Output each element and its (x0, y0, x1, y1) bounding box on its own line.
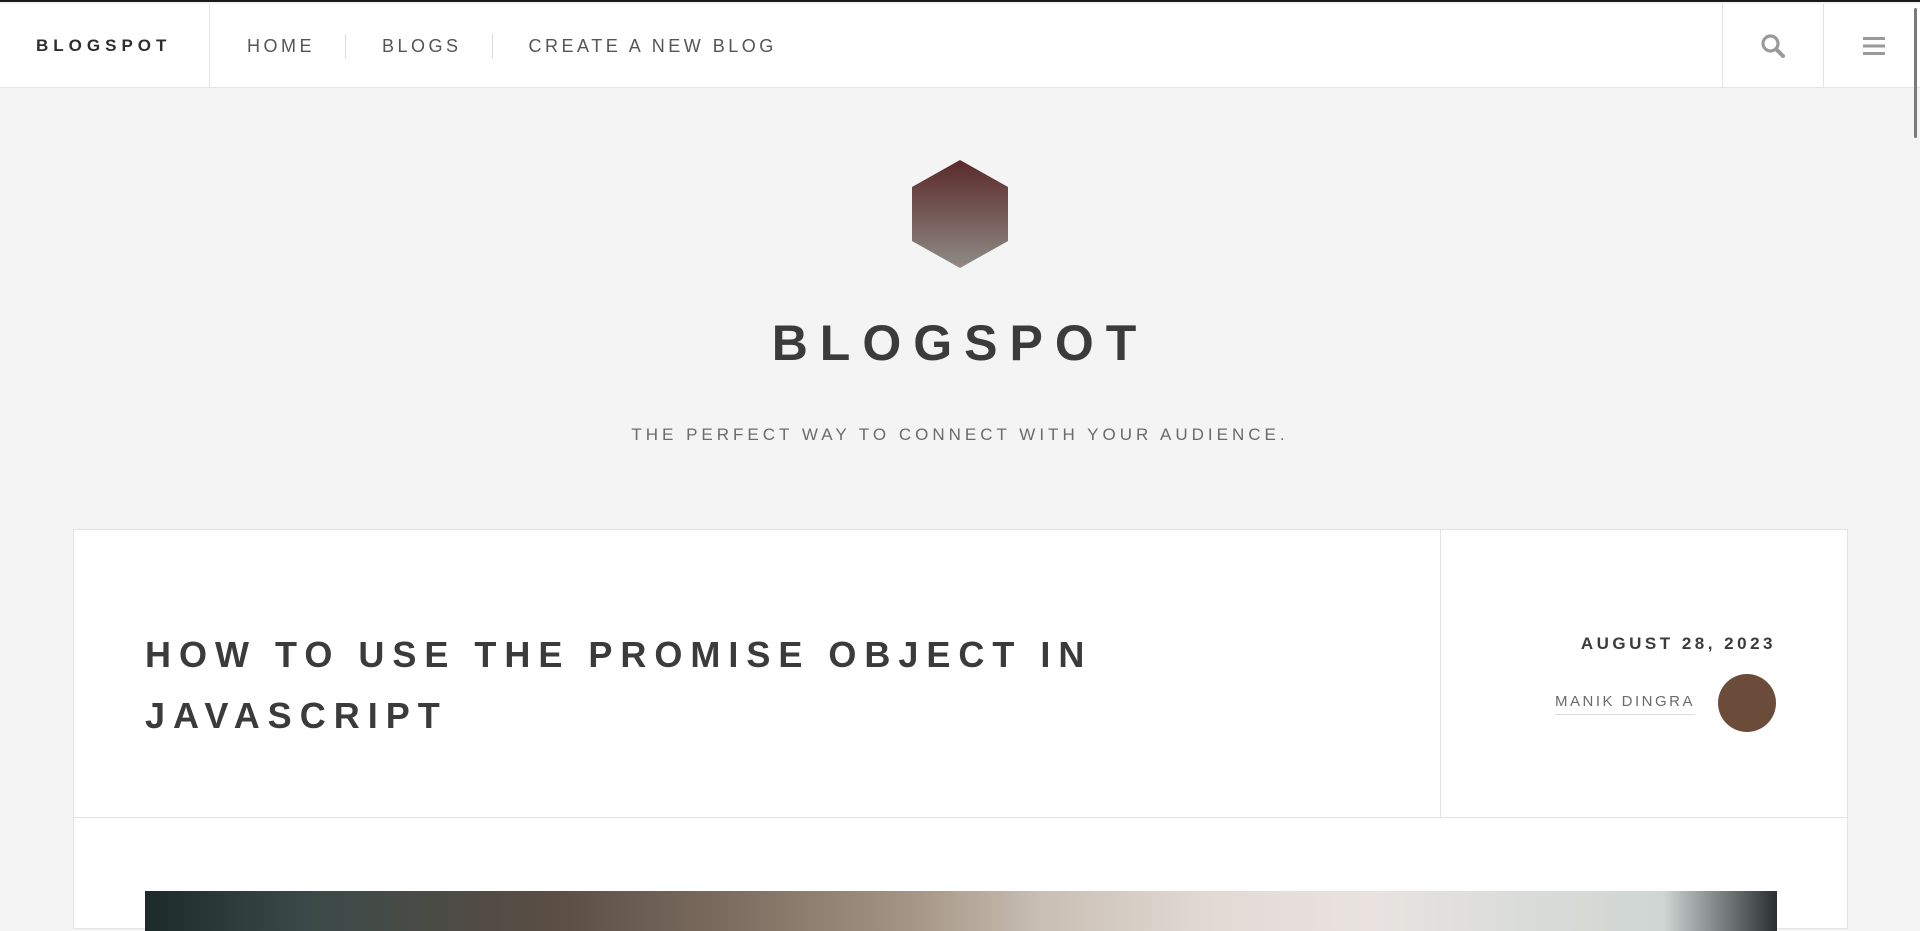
post-header: HOW TO USE THE PROMISE OBJECT IN JAVASCR… (74, 530, 1847, 818)
menu-button[interactable] (1823, 4, 1920, 88)
author-avatar[interactable] (1718, 674, 1776, 732)
search-icon (1761, 34, 1785, 58)
nav-item-create-blog[interactable]: CREATE A NEW BLOG (491, 33, 807, 58)
site-header: BLOGSPOT HOME BLOGS CREATE A NEW BLOG (0, 4, 1920, 88)
site-title: BLOGSPOT (771, 315, 1149, 371)
search-button[interactable] (1722, 4, 1823, 88)
post-card: HOW TO USE THE PROMISE OBJECT IN JAVASCR… (73, 529, 1848, 931)
site-tagline: THE PERFECT WAY TO CONNECT WITH YOUR AUD… (631, 425, 1289, 444)
hexagon-logo-icon (912, 160, 1008, 268)
post-date: AUGUST 28, 2023 (1580, 634, 1776, 653)
nav-item-blogs[interactable]: BLOGS (345, 33, 492, 58)
main-nav: HOME BLOGS CREATE A NEW BLOG (210, 4, 807, 88)
post-title-link[interactable]: HOW TO USE THE PROMISE OBJECT IN JAVASCR… (145, 624, 1145, 746)
brand-logo-link[interactable]: BLOGSPOT (0, 4, 210, 88)
scrollbar[interactable] (1914, 8, 1917, 138)
nav-item-home[interactable]: HOME (210, 36, 345, 57)
page: BLOGSPOT HOME BLOGS CREATE A NEW BLOG BL… (0, 0, 1920, 931)
post-author-link[interactable]: MANIK DINGRA (1554, 693, 1695, 715)
post-featured-image[interactable] (145, 891, 1777, 931)
post-meta: AUGUST 28, 2023 MANIK DINGRA (1440, 530, 1847, 817)
hamburger-menu-icon (1862, 37, 1885, 55)
